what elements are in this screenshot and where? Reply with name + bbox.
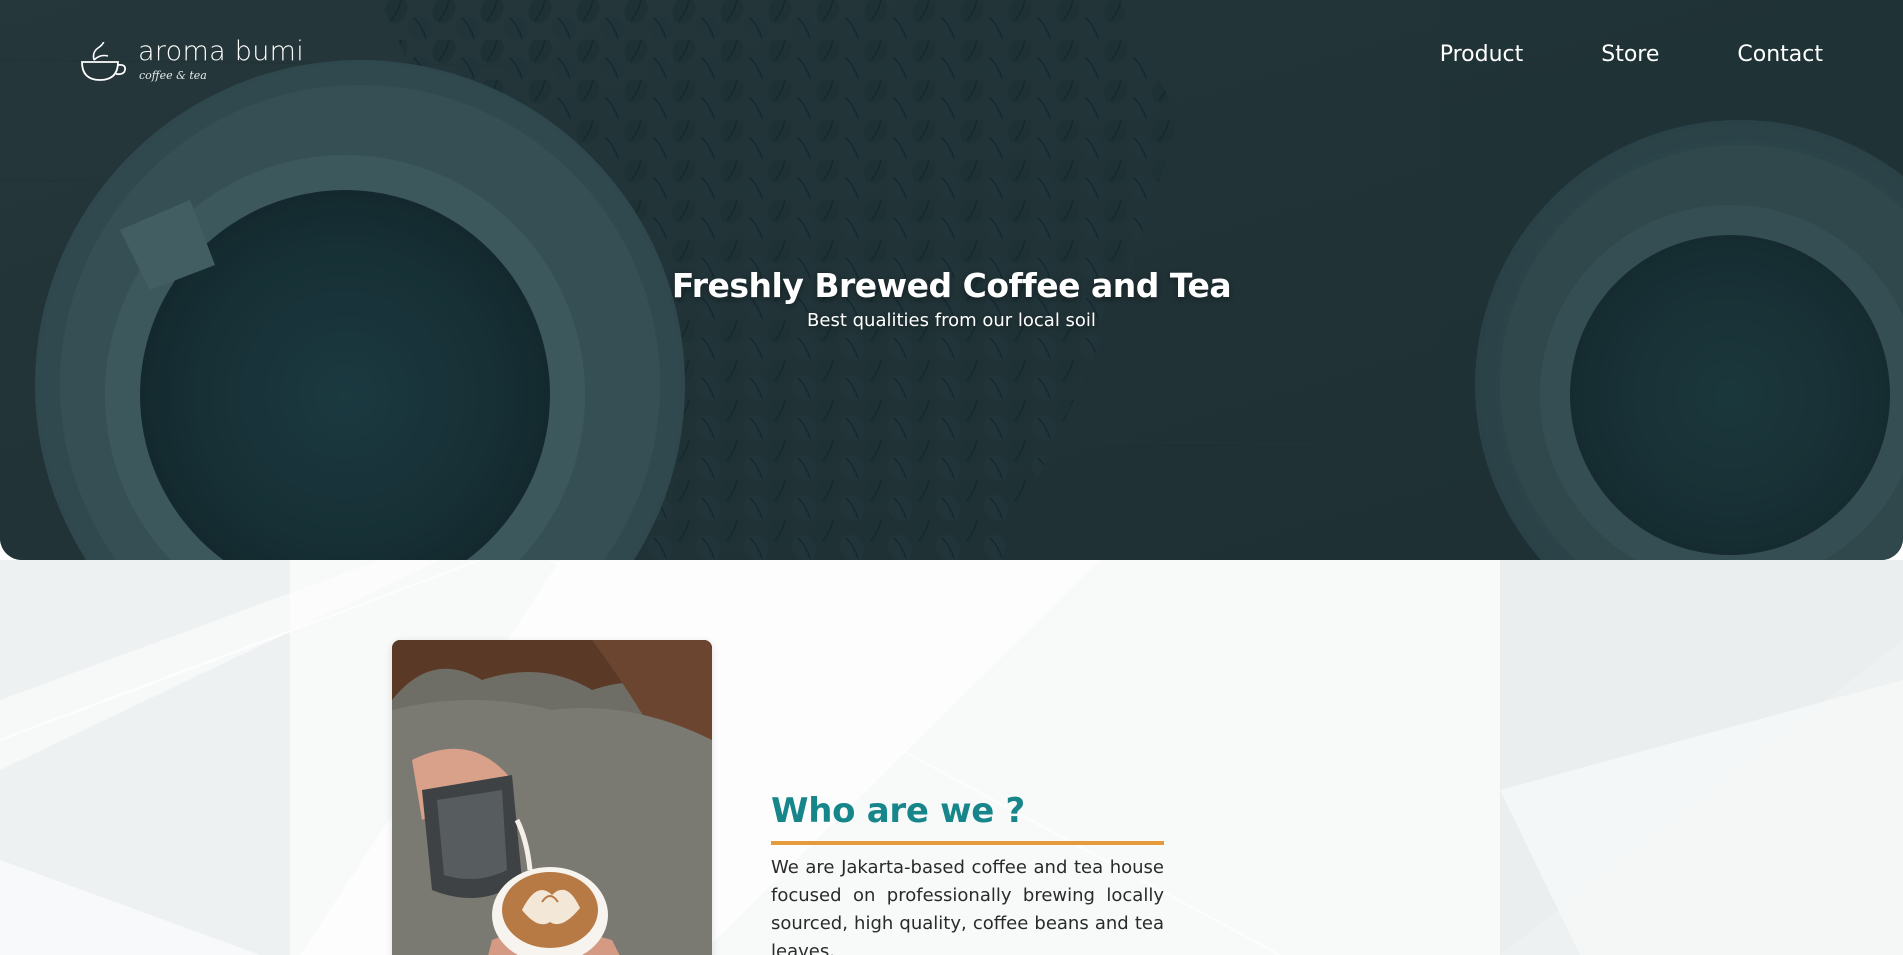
heading-underline [771, 841, 1164, 845]
nav-link-contact[interactable]: Contact [1737, 42, 1823, 67]
hero-subtitle: Best qualities from our local soil [807, 310, 1096, 331]
about-heading: Who are we ? [771, 791, 1025, 831]
brand-name: aroma bumi [138, 36, 305, 67]
about-body-text: We are Jakarta-based coffee and tea hous… [771, 857, 1164, 955]
hero-title: Freshly Brewed Coffee and Tea [671, 266, 1232, 305]
brand-logo[interactable]: aroma bumi coffee & tea [78, 36, 304, 88]
hero-banner: aroma bumi coffee & tea Product Store Co… [0, 0, 1903, 560]
about-section: Who are we ? We are Jakarta-based coffee… [0, 560, 1903, 955]
nav-link-store[interactable]: Store [1601, 42, 1659, 67]
page: aroma bumi coffee & tea Product Store Co… [0, 0, 1903, 955]
brand-tagline: coffee & tea [139, 69, 207, 82]
teacup-icon [81, 42, 127, 81]
main-nav: Product Store Contact [1440, 42, 1823, 67]
barista-photo [392, 640, 712, 955]
nav-link-product[interactable]: Product [1440, 42, 1524, 67]
latte-art-icon [392, 640, 712, 955]
